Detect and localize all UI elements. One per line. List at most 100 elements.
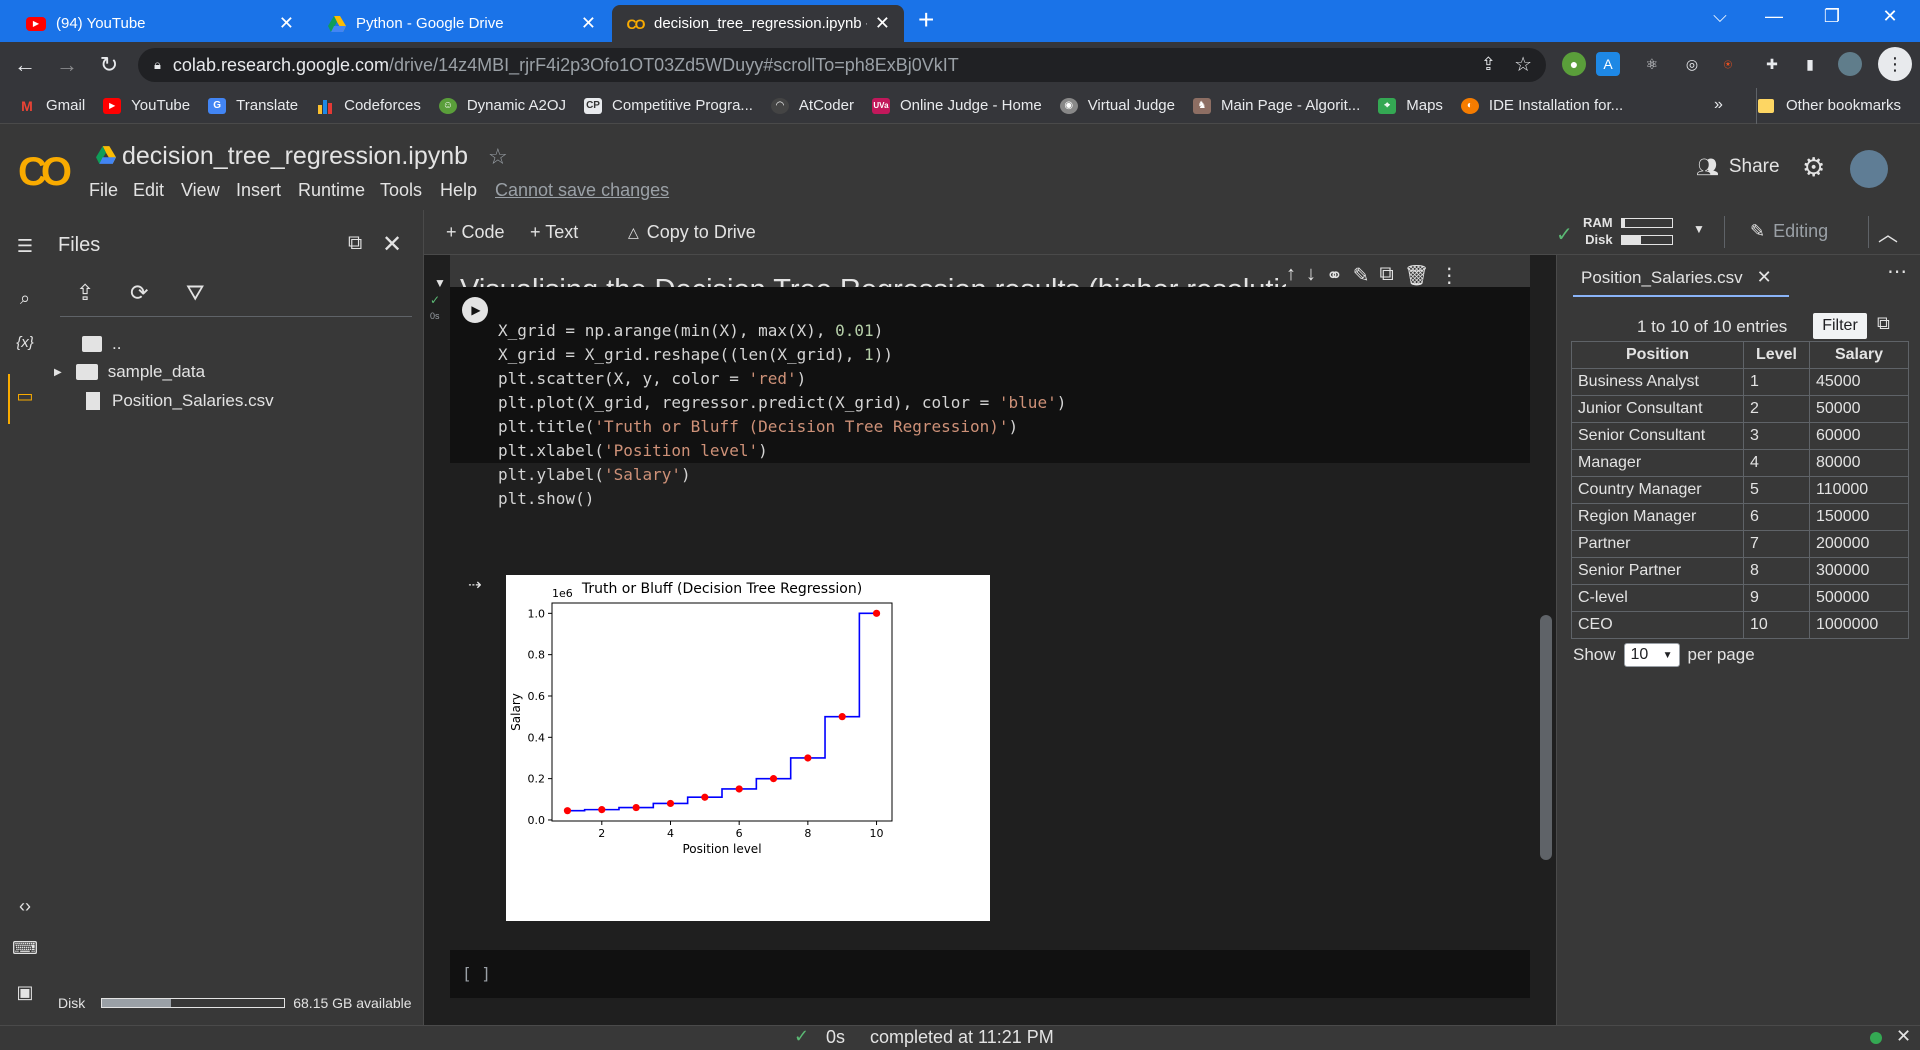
delete-icon[interactable]: 🗑︎ — [1404, 263, 1429, 288]
menu-tools[interactable]: Tools — [380, 180, 422, 201]
move-up-icon[interactable]: ↑ — [1286, 263, 1296, 288]
terminal-icon[interactable]: ▣ — [12, 982, 38, 1008]
column-header[interactable]: Position — [1571, 341, 1744, 369]
scrollbar-thumb[interactable] — [1540, 615, 1552, 860]
code-editor[interactable]: X_grid = np.arange(min(X), max(X), 0.01)… — [498, 295, 1066, 559]
file-tree-file[interactable]: Position_Salaries.csv — [82, 391, 274, 411]
close-icon[interactable]: ✕ — [1757, 267, 1772, 288]
minimize-icon[interactable]: — — [1754, 6, 1794, 27]
bookmark-youtube[interactable]: ▶ YouTube — [103, 97, 190, 114]
bookmark-star-icon[interactable]: ☆ — [1514, 52, 1532, 77]
add-text-button[interactable]: + Text — [530, 222, 578, 243]
status-message[interactable]: completed at 11:21 PM — [870, 1027, 1054, 1048]
variables-icon[interactable]: {x} — [12, 334, 38, 360]
column-header[interactable]: Salary — [1809, 341, 1909, 369]
bookmark-algorithmist[interactable]: ♞ Main Page - Algorit... — [1193, 97, 1360, 114]
cannot-save-link[interactable]: Cannot save changes — [495, 180, 669, 201]
browser-tab-drive[interactable]: Python - Google Drive ✕ — [314, 5, 610, 42]
restore-icon[interactable]: ❐ — [1812, 6, 1852, 27]
close-window-icon[interactable]: ✕ — [1870, 6, 1910, 27]
expand-arrow-icon[interactable]: ▶ — [54, 367, 62, 378]
menu-help[interactable]: Help — [440, 180, 477, 201]
close-status-icon[interactable]: ✕ — [1896, 1026, 1911, 1047]
file-tree-folder[interactable]: ▶ sample_data — [54, 362, 205, 382]
bookmark-a2oj[interactable]: ☺ Dynamic A2OJ — [438, 97, 566, 114]
search-icon[interactable]: ⌕ — [12, 288, 38, 314]
code-snippets-icon[interactable]: ‹› — [12, 896, 38, 922]
add-code-button[interactable]: + Code — [446, 222, 505, 243]
other-bookmarks[interactable]: Other bookmarks — [1758, 97, 1901, 114]
command-palette-icon[interactable]: ⌨ — [12, 938, 38, 964]
move-down-icon[interactable]: ↓ — [1306, 263, 1316, 288]
browser-menu-icon[interactable]: ⋮ — [1878, 47, 1912, 81]
back-icon[interactable]: ← — [8, 52, 42, 78]
copy-table-icon[interactable]: ⧉ — [1877, 313, 1890, 334]
folder-icon[interactable]: ▭ — [12, 386, 38, 412]
share-button[interactable]: 👥︎ Share — [1696, 156, 1780, 178]
run-cell-button[interactable]: ▶ — [462, 297, 488, 323]
bookmark-codeforces[interactable]: Codeforces — [316, 97, 421, 114]
menu-edit[interactable]: Edit — [133, 180, 164, 201]
caret-down-icon[interactable]: ▼ — [1693, 222, 1705, 236]
upload-icon[interactable]: ⇪ — [76, 280, 94, 306]
star-icon[interactable]: ☆ — [488, 144, 508, 170]
empty-code-cell[interactable]: [ ] — [450, 950, 1530, 998]
extensions-puzzle-icon[interactable]: ✚ — [1760, 52, 1784, 76]
address-bar[interactable]: 🔒︎ colab.research.google.com/drive/14z4M… — [138, 48, 1546, 82]
open-in-tab-icon[interactable]: ⧉ — [348, 232, 362, 255]
bookmark-vjudge[interactable]: ◉ Virtual Judge — [1059, 97, 1175, 114]
extension-green-icon[interactable]: ● — [1562, 52, 1586, 76]
share-page-icon[interactable]: ⇪ — [1481, 54, 1496, 75]
bookmark-ide[interactable]: ◐ IDE Installation for... — [1460, 97, 1623, 114]
chevron-up-icon[interactable]: ︿ — [1878, 218, 1898, 247]
copy-to-drive-button[interactable]: △ Copy to Drive — [628, 222, 756, 243]
more-options-icon[interactable]: ⋯ — [1887, 259, 1907, 284]
refresh-folder-icon[interactable]: ⟳ — [130, 280, 148, 306]
menu-runtime[interactable]: Runtime — [298, 180, 365, 201]
more-bookmarks-button[interactable]: » — [1714, 96, 1723, 114]
new-tab-button[interactable]: + — [918, 4, 934, 36]
gear-icon[interactable]: ⚙ — [1802, 152, 1825, 183]
close-tab-icon[interactable]: ✕ — [875, 13, 890, 34]
side-panel-icon[interactable]: ▮ — [1798, 52, 1822, 76]
extension-target-icon[interactable]: ◎ — [1680, 52, 1704, 76]
bookmark-translate[interactable]: G Translate — [208, 97, 298, 114]
browser-tab-youtube[interactable]: ▶ (94) YouTube ✕ — [12, 5, 308, 42]
file-tree-parent[interactable]: .. — [82, 334, 121, 354]
editing-mode-button[interactable]: ✎ Editing — [1750, 221, 1828, 242]
mount-drive-icon[interactable]: ⛛ — [186, 280, 204, 306]
bookmark-competitive[interactable]: CP Competitive Progra... — [584, 97, 753, 114]
mirror-cell-icon[interactable]: ⧉ — [1380, 263, 1394, 288]
bookmark-uva[interactable]: UVa Online Judge - Home — [871, 97, 1042, 114]
per-page-select[interactable]: 10 ▼ — [1623, 643, 1680, 667]
column-header[interactable]: Level — [1743, 341, 1810, 369]
extension-react-icon[interactable]: ⚛ — [1640, 52, 1664, 76]
output-actions-icon[interactable]: ⇢ — [468, 575, 481, 595]
csv-tab[interactable]: Position_Salaries.csv ✕ — [1581, 267, 1772, 288]
user-avatar[interactable] — [1850, 150, 1888, 188]
menu-insert[interactable]: Insert — [236, 180, 281, 201]
filter-button[interactable]: Filter — [1813, 313, 1867, 339]
forward-icon[interactable]: → — [50, 52, 84, 78]
edit-icon[interactable]: ✎ — [1353, 263, 1370, 288]
table-of-contents-icon[interactable]: ☰ — [12, 236, 38, 262]
bookmark-gmail[interactable]: M Gmail — [18, 97, 85, 114]
extension-lock-icon[interactable]: ⍟ — [1716, 52, 1740, 76]
browser-tab-colab[interactable]: CO decision_tree_regression.ipynb - C ✕ — [612, 5, 904, 42]
reload-icon[interactable]: ↻ — [92, 52, 126, 78]
notebook-title[interactable]: decision_tree_regression.ipynb ☆ — [96, 142, 508, 171]
collapse-section-icon[interactable]: ▼ — [434, 276, 446, 290]
resource-monitor[interactable]: RAM Disk — [1583, 214, 1673, 248]
extension-a-icon[interactable]: A — [1596, 52, 1620, 76]
bookmark-atcoder[interactable]: ◠ AtCoder — [770, 97, 854, 114]
more-options-icon[interactable]: ⋮ — [1439, 263, 1459, 288]
profile-avatar[interactable] — [1838, 52, 1862, 76]
close-tab-icon[interactable]: ✕ — [581, 13, 596, 34]
link-icon[interactable]: ⚭ — [1326, 263, 1343, 288]
menu-file[interactable]: File — [89, 180, 118, 201]
menu-view[interactable]: View — [181, 180, 220, 201]
close-tab-icon[interactable]: ✕ — [279, 13, 294, 34]
code-cell[interactable]: ▶ X_grid = np.arange(min(X), max(X), 0.0… — [450, 287, 1530, 508]
notebook-title-text[interactable]: decision_tree_regression.ipynb — [122, 142, 468, 171]
chevron-down-icon[interactable]: ⌵ — [1700, 6, 1740, 27]
